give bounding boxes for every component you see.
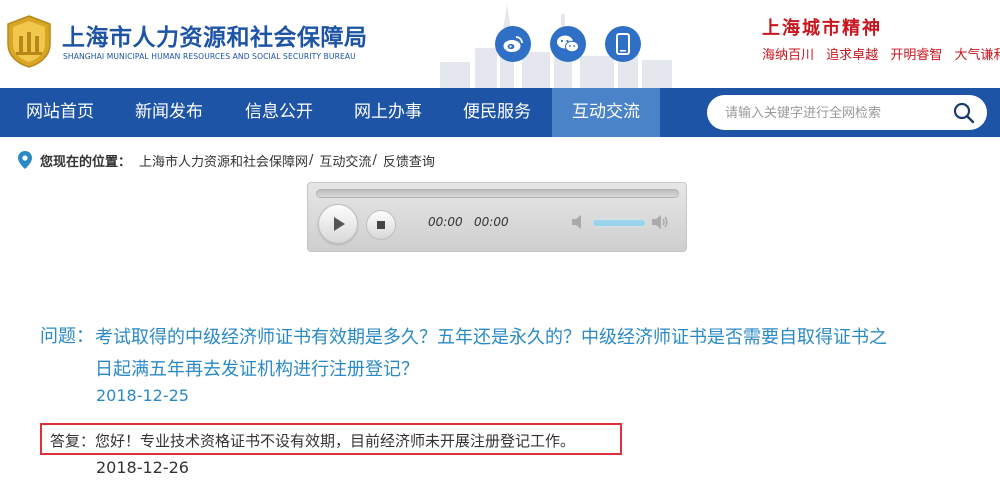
nav-item-public-services[interactable]: 便民服务 — [442, 88, 552, 137]
weibo-icon[interactable] — [495, 26, 531, 62]
city-spirit-phrase: 开明睿智 — [890, 48, 943, 63]
answer-highlight: 答复：您好！专业技术资格证书不设有效期，目前经济师未开展注册登记工作。 — [40, 423, 622, 455]
search-input[interactable] — [725, 103, 945, 123]
breadcrumb-label: 您现在的位置： — [40, 154, 132, 170]
question-text: 考试取得的中级经济师证书有效期是多久？五年还是永久的？中级经济师证书是否需要自取… — [95, 327, 887, 380]
search-box — [707, 95, 987, 130]
city-spirit-phrase: 大气谦和 — [954, 48, 1000, 63]
mobile-icon[interactable] — [605, 26, 641, 62]
wechat-icon[interactable] — [550, 26, 586, 62]
breadcrumb: 您现在的位置： 上海市人力资源和社会保障网 / 互动交流 / 反馈查询 — [18, 150, 435, 170]
city-spirit-phrase: 海纳百川 — [762, 48, 815, 63]
nav-item-home[interactable]: 网站首页 — [6, 88, 114, 137]
nav-item-interaction[interactable]: 互动交流 — [552, 88, 660, 137]
answer-text: 答复：您好！专业技术资格证书不设有效期，目前经济师未开展注册登记工作。 — [50, 432, 576, 450]
breadcrumb-item-feedback[interactable]: 反馈查询 — [383, 151, 435, 170]
mute-icon[interactable] — [570, 213, 588, 231]
play-icon — [334, 217, 345, 231]
nav-item-online-services[interactable]: 网上办事 — [334, 88, 442, 137]
site-subtitle: SHANGHAI MUNICIPAL HUMAN RESOURCES AND S… — [63, 52, 356, 61]
site-header: 上海市人力资源和社会保障局 SHANGHAI MUNICIPAL HUMAN R… — [0, 0, 1000, 88]
city-spirit-title: 上海城市精神 — [762, 18, 882, 39]
question-date: 2018-12-25 — [96, 386, 189, 405]
site-title[interactable]: 上海市人力资源和社会保障局 — [62, 18, 368, 52]
location-pin-icon — [18, 151, 32, 169]
stop-icon — [377, 221, 385, 229]
nav-item-info[interactable]: 信息公开 — [224, 88, 334, 137]
breadcrumb-item-interaction[interactable]: 互动交流 — [319, 151, 371, 170]
total-time: 00:00 — [474, 215, 509, 229]
stop-button[interactable] — [366, 210, 396, 240]
audio-progress-bar[interactable] — [316, 189, 679, 198]
city-spirit-phrase: 追求卓越 — [826, 48, 879, 63]
volume-slider[interactable] — [593, 220, 645, 226]
question-label: 问题： — [40, 326, 94, 347]
breadcrumb-item-home[interactable]: 上海市人力资源和社会保障网 — [139, 151, 308, 170]
bureau-emblem-icon[interactable] — [4, 14, 54, 68]
main-nav: 网站首页 新闻发布 信息公开 网上办事 便民服务 互动交流 — [0, 88, 1000, 137]
search-icon[interactable] — [952, 101, 976, 125]
play-button[interactable] — [318, 204, 358, 244]
answer-date: 2018-12-26 — [96, 458, 189, 477]
current-time: 00:00 — [428, 215, 463, 229]
volume-max-icon[interactable] — [651, 213, 669, 231]
audio-player: 00:00 00:00 — [307, 182, 687, 252]
nav-item-news[interactable]: 新闻发布 — [114, 88, 224, 137]
city-spirit-phrases: 海纳百川 追求卓越 开明睿智 大气谦和 — [762, 44, 1000, 63]
breadcrumb-separator: / — [372, 152, 377, 168]
breadcrumb-separator: / — [309, 152, 314, 168]
